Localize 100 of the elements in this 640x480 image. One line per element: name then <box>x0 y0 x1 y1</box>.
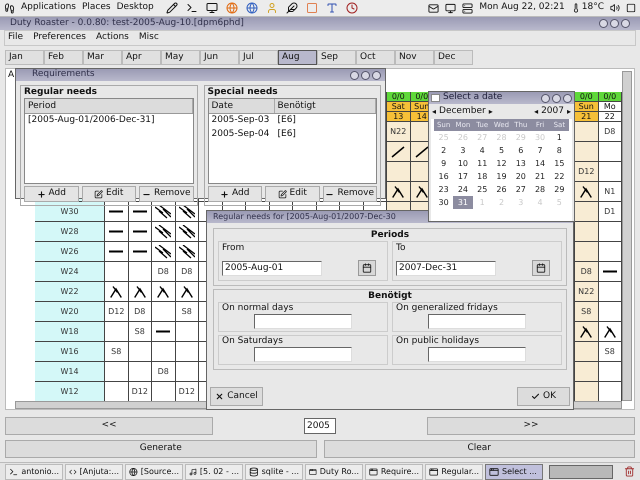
clock-text[interactable]: Mon Aug 22, 02:21 <box>479 1 565 15</box>
workspace-switcher[interactable] <box>549 464 613 478</box>
list-button[interactable]: Add <box>24 186 78 202</box>
calendar-day[interactable]: 8 <box>550 144 569 157</box>
square-icon[interactable] <box>626 3 636 13</box>
calendar-day[interactable]: 27 <box>511 183 530 196</box>
month-tab[interactable]: Sep <box>317 50 356 65</box>
prev-month-arrow[interactable]: ◂ <box>432 106 436 118</box>
list-button[interactable]: Remove <box>322 186 377 202</box>
calendar-day[interactable]: 15 <box>550 157 569 170</box>
calendar-day[interactable]: 26 <box>492 183 512 196</box>
list-button[interactable]: Add <box>208 186 262 202</box>
maximize-button[interactable] <box>610 19 619 28</box>
month-tab[interactable]: Dec <box>434 50 473 65</box>
server-icon[interactable] <box>462 2 474 14</box>
clock-icon[interactable] <box>346 2 358 14</box>
calendar-day[interactable]: 29 <box>550 183 569 196</box>
list-button[interactable]: Edit <box>265 186 320 202</box>
month-tab[interactable]: Mar <box>83 50 122 65</box>
taskbar-button[interactable]: [5. 02 - ... <box>185 464 243 480</box>
calendar-day[interactable]: 17 <box>453 170 473 183</box>
close-button[interactable] <box>621 19 630 28</box>
calendar-day[interactable]: 9 <box>434 157 454 170</box>
terminal-icon[interactable] <box>186 2 198 14</box>
panel-menu[interactable]: Applications <box>21 1 76 15</box>
trash-icon[interactable] <box>624 466 635 477</box>
month-tab[interactable]: Jul <box>239 50 278 65</box>
menu-item[interactable]: Misc <box>138 31 159 45</box>
ok-button[interactable]: OK <box>517 387 570 406</box>
month-tab[interactable]: Jan <box>5 50 44 65</box>
calendar-day[interactable]: 2 <box>434 144 454 157</box>
calendar-day[interactable]: 22 <box>550 170 569 183</box>
calendar-day[interactable]: 3 <box>453 144 473 157</box>
input-field[interactable] <box>428 314 526 329</box>
calendar-day[interactable]: 13 <box>511 157 530 170</box>
letter-icon[interactable] <box>326 2 338 14</box>
pencil-icon[interactable] <box>166 2 178 14</box>
calendar-day[interactable]: 18 <box>472 170 492 183</box>
previous-button[interactable]: << <box>5 417 213 435</box>
date-field[interactable]: 2005-Aug-01 <box>222 260 322 276</box>
taskbar-button[interactable]: [Source... <box>125 464 183 480</box>
taskbar-button[interactable]: [Anjuta:... <box>65 464 123 480</box>
calendar-day[interactable]: 23 <box>434 183 454 196</box>
monitor-icon[interactable] <box>206 2 218 14</box>
input-field[interactable] <box>428 347 526 362</box>
taskbar-button[interactable]: Duty Ro... <box>305 464 363 480</box>
month-tab[interactable]: Oct <box>356 50 395 65</box>
calendar-button[interactable] <box>532 260 550 276</box>
prev-year-arrow[interactable]: ◂ <box>534 106 538 118</box>
calendar-day[interactable]: 6 <box>511 144 530 157</box>
minimize-button[interactable] <box>541 94 550 102</box>
month-tab[interactable]: Apr <box>122 50 161 65</box>
calendar-day[interactable]: 7 <box>530 144 550 157</box>
menu-item[interactable]: File <box>8 31 24 45</box>
calendar-day[interactable]: 12 <box>492 157 512 170</box>
calendar-day[interactable]: 16 <box>434 170 454 183</box>
calendar-day[interactable]: 5 <box>492 144 512 157</box>
month-tab[interactable]: May <box>161 50 200 65</box>
column-header[interactable]: Benötigt <box>274 99 376 113</box>
close-button[interactable] <box>563 94 572 102</box>
calendar-day[interactable]: 28 <box>530 183 550 196</box>
calendar-day[interactable]: 21 <box>530 170 550 183</box>
next-year-arrow[interactable]: ▸ <box>566 106 571 118</box>
list-button[interactable]: Edit <box>82 186 136 202</box>
date-field[interactable]: 2007-Dec-31 <box>396 260 496 276</box>
panel-menu[interactable]: Places <box>82 1 111 15</box>
month-tab[interactable]: Nov <box>395 50 434 65</box>
input-field[interactable] <box>254 314 352 329</box>
month-tab[interactable]: Feb <box>44 50 83 65</box>
taskbar-button[interactable]: Select ... <box>485 464 543 480</box>
calendar-button[interactable] <box>358 260 376 276</box>
foot-icon[interactable] <box>4 2 15 14</box>
next-month-arrow[interactable]: ▸ <box>488 106 493 118</box>
calendar-day[interactable]: 19 <box>492 170 512 183</box>
cancel-button[interactable]: Cancel <box>210 387 263 406</box>
year-field[interactable]: 2005 <box>304 418 336 434</box>
monitor-icon[interactable] <box>445 2 456 14</box>
calendar-day[interactable]: 25 <box>472 183 492 196</box>
action-button[interactable]: Clear <box>324 440 635 458</box>
calendar-day[interactable]: 24 <box>453 183 473 196</box>
speaker-icon[interactable] <box>610 3 620 13</box>
mail-icon[interactable] <box>428 2 440 14</box>
month-tab[interactable]: Jun <box>200 50 239 65</box>
action-button[interactable]: Generate <box>5 440 316 458</box>
calendar-day[interactable]: 20 <box>511 170 530 183</box>
minimize-button[interactable] <box>350 70 359 80</box>
menu-item[interactable]: Actions <box>96 31 129 45</box>
taskbar-button[interactable]: Require... <box>365 464 423 480</box>
maximize-button[interactable] <box>361 70 370 80</box>
calendar-day[interactable]: 1 <box>550 131 569 144</box>
calendar-day[interactable]: 30 <box>434 196 454 209</box>
vertical-scrollbar[interactable] <box>622 71 632 401</box>
calendar-day[interactable]: 14 <box>530 157 550 170</box>
month-tab[interactable]: Aug <box>278 50 317 65</box>
taskbar-button[interactable]: antonio... <box>5 464 63 480</box>
taskbar-button[interactable]: sqlite - ... <box>245 464 303 480</box>
calendar-day[interactable]: 4 <box>472 144 492 157</box>
taskbar-button[interactable]: Regular... <box>425 464 483 480</box>
globe-icon[interactable] <box>226 2 238 14</box>
maximize-button[interactable] <box>552 94 561 102</box>
